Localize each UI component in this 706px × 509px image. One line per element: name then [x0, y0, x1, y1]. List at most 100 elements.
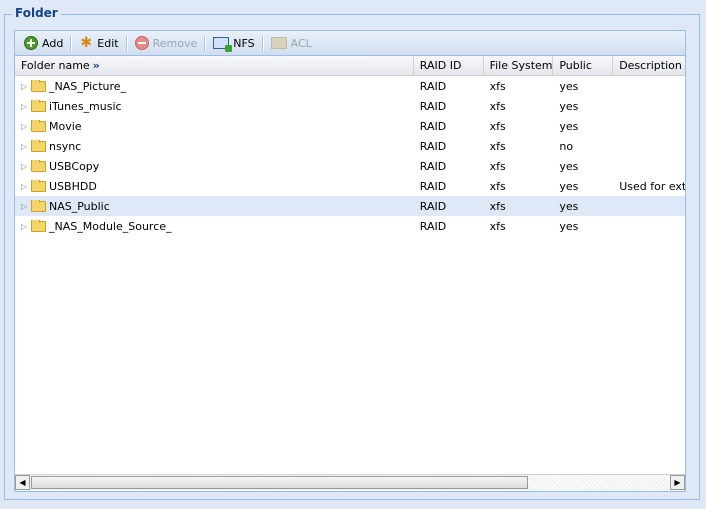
public-cell: yes — [559, 159, 579, 173]
folder-name-cell: ▷ USBCopy — [15, 159, 414, 173]
horizontal-scrollbar[interactable]: ◀ ▶ — [15, 474, 685, 491]
scroll-right-icon[interactable]: ▶ — [670, 475, 685, 490]
fieldset-legend: Folder — [12, 6, 61, 20]
folder-name-cell: ▷ _NAS_Picture_ — [15, 79, 414, 93]
scrollbar-thumb[interactable] — [31, 476, 528, 489]
folder-name: USBCopy — [49, 159, 100, 173]
expand-arrow-icon[interactable]: ▷ — [21, 222, 31, 231]
table-row[interactable]: ▷ nsync RAID xfs no — [15, 136, 685, 156]
folder-icon — [31, 99, 46, 112]
public-cell: yes — [559, 179, 579, 193]
column-header-public[interactable]: Public — [553, 56, 614, 75]
raid-id-cell: RAID — [419, 99, 447, 113]
sort-indicator-icon: » — [92, 59, 100, 72]
folder-icon — [31, 119, 46, 132]
expand-arrow-icon[interactable]: ▷ — [21, 102, 31, 111]
remove-label: Remove — [152, 36, 198, 50]
expand-arrow-icon[interactable]: ▷ — [21, 202, 31, 211]
folder-icon — [31, 199, 46, 212]
toolbar-separator — [125, 35, 128, 51]
grid-body: ▷ _NAS_Picture_ RAID xfs yes ▷ iTunes_music RAI… — [15, 76, 685, 236]
description-cell: Used for exte — [619, 179, 685, 193]
table-row[interactable]: ▷ iTunes_music RAID xfs yes — [15, 96, 685, 116]
remove-icon — [134, 36, 149, 50]
raid-id-cell: RAID — [419, 139, 447, 153]
column-header-label: Folder name — [21, 59, 90, 72]
edit-button[interactable]: ✱ Edit — [74, 33, 123, 53]
raid-id-cell: RAID — [419, 199, 447, 213]
column-header-description[interactable]: Description — [613, 56, 685, 75]
file-system-cell: xfs — [489, 99, 506, 113]
expand-arrow-icon[interactable]: ▷ — [21, 122, 31, 131]
expand-arrow-icon[interactable]: ▷ — [21, 162, 31, 171]
toolbar-separator — [261, 35, 264, 51]
file-system-cell: xfs — [489, 79, 506, 93]
public-cell: yes — [559, 219, 579, 233]
folder-name-cell: ▷ Movie — [15, 119, 414, 133]
folder-name-cell: ▷ USBHDD — [15, 179, 414, 193]
folder-name: _NAS_Picture_ — [49, 79, 127, 93]
file-system-cell: xfs — [489, 119, 506, 133]
file-system-cell: xfs — [489, 139, 506, 153]
table-row[interactable]: ▷ _NAS_Picture_ RAID xfs yes — [15, 76, 685, 96]
file-system-cell: xfs — [489, 219, 506, 233]
raid-id-cell: RAID — [419, 159, 447, 173]
folder-name: iTunes_music — [49, 99, 122, 113]
folder-name-cell: ▷ nsync — [15, 139, 414, 153]
table-row[interactable]: ▷ USBHDD RAID xfs yes Used for exte — [15, 176, 685, 196]
expand-arrow-icon[interactable]: ▷ — [21, 82, 31, 91]
gear-icon: ✱ — [80, 35, 93, 51]
folder-name: nsync — [49, 139, 82, 153]
add-icon — [24, 36, 38, 50]
folder-name-cell: ▷ _NAS_Module_Source_ — [15, 219, 414, 233]
add-button[interactable]: Add — [19, 33, 68, 53]
folder-name: NAS_Public — [49, 199, 110, 213]
folder-name: Movie — [49, 119, 82, 133]
nfs-button[interactable]: NFS — [208, 33, 259, 53]
folder-icon — [31, 159, 46, 172]
remove-button[interactable]: Remove — [130, 33, 203, 53]
folder-name: USBHDD — [49, 179, 97, 193]
table-row[interactable]: ▷ Movie RAID xfs yes — [15, 116, 685, 136]
table-row[interactable]: ▷ USBCopy RAID xfs yes — [15, 156, 685, 176]
column-header-file-system[interactable]: File System — [484, 56, 554, 75]
folder-icon — [31, 179, 46, 192]
raid-id-cell: RAID — [419, 119, 447, 133]
raid-id-cell: RAID — [419, 79, 447, 93]
public-cell: yes — [559, 119, 579, 133]
raid-id-cell: RAID — [419, 179, 447, 193]
expand-arrow-icon[interactable]: ▷ — [21, 142, 31, 151]
table-row[interactable]: ▷ _NAS_Module_Source_ RAID xfs yes — [15, 216, 685, 236]
column-header-folder-name[interactable]: Folder name» — [15, 56, 414, 75]
folder-grid-panel: Add ✱ Edit Remove NFS ACL Folder name» R… — [14, 30, 686, 492]
acl-label: ACL — [290, 36, 312, 50]
public-cell: yes — [559, 199, 579, 213]
public-cell: no — [559, 139, 574, 153]
toolbar: Add ✱ Edit Remove NFS ACL — [15, 31, 685, 56]
column-header-raid-id[interactable]: RAID ID — [414, 56, 484, 75]
file-system-cell: xfs — [489, 159, 506, 173]
nfs-icon — [213, 37, 233, 52]
scroll-left-icon[interactable]: ◀ — [15, 475, 30, 490]
edit-label: Edit — [97, 36, 119, 50]
toolbar-separator — [70, 35, 73, 51]
raid-id-cell: RAID — [419, 219, 447, 233]
folder-icon — [31, 139, 46, 152]
folder-icon — [31, 219, 46, 232]
toolbar-separator — [204, 35, 207, 51]
add-label: Add — [42, 36, 64, 50]
file-system-cell: xfs — [489, 199, 506, 213]
table-row[interactable]: ▷ NAS_Public RAID xfs yes — [15, 196, 685, 216]
file-system-cell: xfs — [489, 179, 506, 193]
expand-arrow-icon[interactable]: ▷ — [21, 182, 31, 191]
folder-name-cell: ▷ NAS_Public — [15, 199, 414, 213]
acl-button[interactable]: ACL — [266, 33, 317, 53]
grid-header: Folder name» RAID ID File System Public … — [15, 56, 685, 76]
folder-name-cell: ▷ iTunes_music — [15, 99, 414, 113]
folder-name: _NAS_Module_Source_ — [49, 219, 172, 233]
nfs-label: NFS — [233, 36, 255, 50]
acl-icon — [270, 37, 287, 49]
folder-icon — [31, 79, 46, 92]
public-cell: yes — [559, 99, 579, 113]
public-cell: yes — [559, 79, 579, 93]
